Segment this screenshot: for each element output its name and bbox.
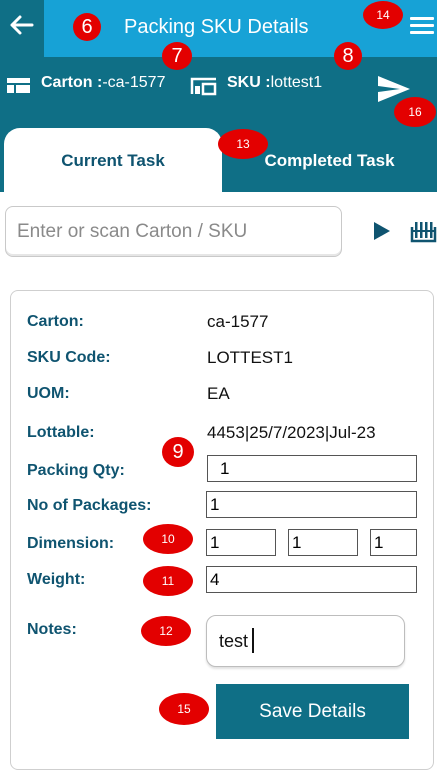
- play-icon[interactable]: [373, 221, 391, 241]
- notes-value: test: [219, 631, 249, 651]
- carton-label: Carton:: [27, 313, 84, 330]
- dimension-width-input[interactable]: 1: [288, 529, 358, 556]
- sku-code-value: LOTTEST1: [207, 348, 293, 367]
- page-title: Packing SKU Details: [124, 16, 309, 38]
- back-arrow-icon[interactable]: [8, 12, 34, 38]
- weight-input[interactable]: 4: [206, 566, 417, 593]
- dimension-height-input[interactable]: 1: [370, 529, 417, 556]
- annotation-marker-7: 7: [162, 42, 192, 70]
- annotation-marker-16: 16: [394, 97, 436, 127]
- uom-label: UOM:: [27, 385, 70, 402]
- uom-value: EA: [207, 384, 230, 403]
- annotation-marker-10: 10: [143, 524, 193, 554]
- sku-icon: [190, 76, 218, 96]
- sku-info: SKU :lottest1: [227, 74, 322, 92]
- sku-info-label: SKU :: [227, 74, 271, 91]
- carton-value: ca-1577: [207, 312, 269, 331]
- sku-info-value: lottest1: [270, 74, 323, 91]
- carton-info-label: Carton :: [41, 74, 103, 91]
- sku-code-label: SKU Code:: [27, 349, 111, 366]
- annotation-marker-12: 12: [141, 616, 191, 646]
- lottable-label: Lottable:: [27, 424, 95, 441]
- notes-label: Notes:: [27, 621, 77, 638]
- tab-current-task-label[interactable]: Current Task: [4, 151, 222, 171]
- no-of-packages-label: No of Packages:: [27, 497, 152, 514]
- annotation-marker-14: 14: [363, 1, 403, 29]
- carton-info-value: -ca-1577: [102, 74, 166, 91]
- annotation-marker-15: 15: [159, 693, 209, 725]
- lottable-value: 4453|25/7/2023|Jul-23: [207, 423, 376, 442]
- annotation-marker-6: 6: [73, 13, 101, 41]
- dimension-label: Dimension:: [27, 535, 115, 552]
- barcode-icon[interactable]: [410, 219, 437, 243]
- annotation-marker-13: 13: [218, 129, 268, 159]
- annotation-marker-11: 11: [143, 566, 193, 596]
- dimension-length-input[interactable]: 1: [206, 529, 276, 556]
- carton-info: Carton :-ca-1577: [41, 74, 165, 92]
- annotation-marker-8: 8: [334, 42, 362, 70]
- text-caret: [252, 628, 254, 653]
- annotation-marker-9: 9: [162, 437, 194, 467]
- no-of-packages-input[interactable]: 1: [206, 491, 417, 518]
- packing-qty-input[interactable]: 1: [207, 455, 417, 482]
- search-placeholder: Enter or scan Carton / SKU: [17, 221, 248, 242]
- weight-label: Weight:: [27, 571, 86, 588]
- save-details-button[interactable]: Save Details: [216, 684, 409, 739]
- hamburger-menu-icon[interactable]: [410, 15, 434, 35]
- carton-icon: [7, 78, 30, 93]
- packing-qty-label: Packing Qty:: [27, 462, 125, 479]
